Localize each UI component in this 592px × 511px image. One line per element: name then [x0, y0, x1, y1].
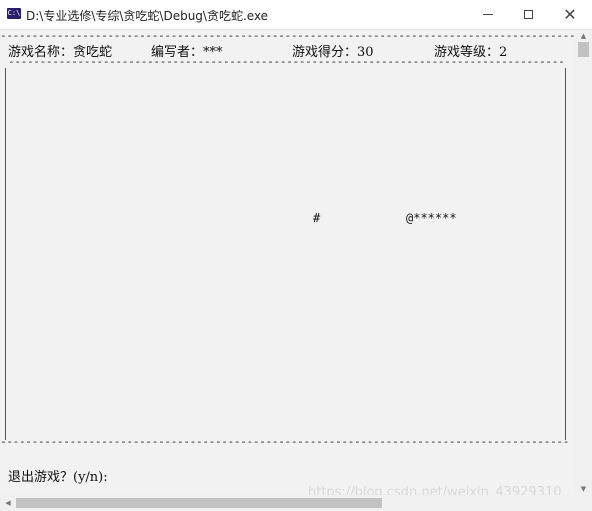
exit-prompt: 退出游戏？(y/n): [8, 470, 108, 485]
board-left-border [5, 68, 6, 440]
title-bar[interactable]: C:\ D:\专业选修\专综\贪吃蛇\Debug\贪吃蛇.exe ✕ [0, 0, 592, 30]
board-right-border [565, 68, 566, 440]
maximize-icon [523, 10, 533, 19]
console-app-icon: C:\ [7, 8, 21, 19]
board-top-border: ----------------------------------------… [8, 56, 564, 68]
window-title: D:\专业选修\专综\贪吃蛇\Debug\贪吃蛇.exe [26, 9, 269, 23]
minimize-button[interactable] [466, 0, 510, 29]
maximize-button[interactable] [506, 0, 550, 29]
close-icon: ✕ [563, 4, 577, 24]
console-output[interactable]: ----------------------------------------… [0, 30, 575, 500]
vertical-scroll-thumb[interactable] [578, 42, 589, 57]
close-button[interactable]: ✕ [548, 0, 592, 29]
horizontal-scroll-thumb[interactable] [16, 498, 382, 508]
snake: @****** [406, 211, 457, 225]
vertical-scrollbar[interactable]: ▲ ▼ [575, 30, 592, 495]
horizontal-scrollbar[interactable]: ◀ [0, 495, 592, 511]
scroll-up-arrow-icon[interactable]: ▲ [575, 30, 592, 42]
scroll-left-arrow-icon[interactable]: ◀ [2, 495, 14, 511]
board-bottom-border: ----------------------------------------… [0, 436, 570, 448]
minimize-icon [483, 14, 493, 15]
console-window: C:\ D:\专业选修\专综\贪吃蛇\Debug\贪吃蛇.exe ✕ -----… [0, 0, 592, 511]
scroll-down-arrow-icon[interactable]: ▼ [575, 483, 592, 495]
food-item: # [313, 211, 321, 225]
